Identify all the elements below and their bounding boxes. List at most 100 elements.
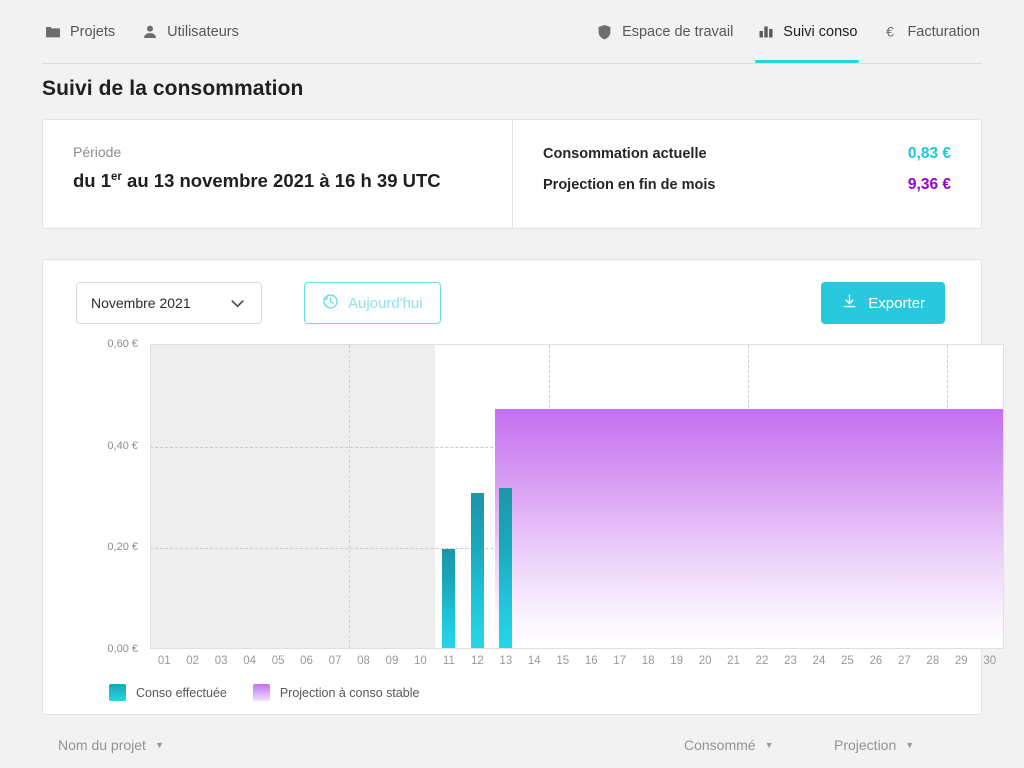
y-tick-label: 0,00 € [107, 643, 138, 655]
nav-item-label: Projets [70, 23, 116, 40]
legend-swatch [252, 684, 270, 701]
stat-value-projection: 9,36 € [907, 176, 951, 193]
plot-edge [1003, 345, 1004, 648]
nav-divider [42, 63, 982, 64]
svg-text:€: € [886, 24, 894, 40]
active-tab-underline [755, 60, 860, 63]
nav-item-projets[interactable]: Projets [42, 0, 117, 63]
period-label: Période [73, 144, 122, 160]
period-value: du 1er au 13 novembre 2021 à 16 h 39 UTC [73, 170, 512, 192]
chart-bar[interactable] [499, 487, 513, 648]
chart-bar[interactable] [470, 492, 484, 648]
x-tick-label: 04 [243, 655, 257, 667]
month-select-value: Novembre 2021 [91, 295, 191, 311]
nav-item-label: Facturation [907, 23, 980, 40]
plot-edge [150, 345, 151, 648]
export-button[interactable]: Exporter [821, 282, 945, 324]
page-title: Suivi de la consommation [42, 77, 304, 100]
legend-swatch [109, 684, 126, 701]
x-tick-label: 16 [584, 655, 598, 667]
nav-right-group: Espace de travail Suivi conso € Facturat… [594, 0, 982, 63]
today-button[interactable]: Aujourd'hui [304, 282, 441, 324]
x-tick-label: 21 [727, 655, 740, 667]
nav-item-facturation[interactable]: € Facturation [879, 0, 982, 63]
period-prefix: du 1 [73, 170, 112, 191]
chart-legend: Conso effectuée Projection à conso stabl… [109, 684, 419, 701]
column-label: Nom du projet [58, 737, 146, 753]
folder-icon [44, 23, 61, 40]
y-tick-label: 0,40 € [107, 439, 138, 452]
y-tick-label: 0,20 € [107, 541, 138, 554]
today-button-label: Aujourd'hui [348, 294, 423, 312]
x-tick-label: 15 [556, 655, 570, 667]
sort-caret-icon: ▼ [154, 739, 164, 750]
nav-item-label: Utilisateurs [167, 23, 239, 40]
chart-toolbar: Novembre 2021 Aujourd'hui Exporter [63, 282, 961, 324]
user-icon [141, 23, 158, 40]
x-tick-label: 07 [328, 655, 342, 667]
x-tick-label: 24 [812, 655, 826, 667]
x-tick-label: 30 [983, 655, 997, 667]
chevron-down-icon [228, 294, 247, 313]
y-axis-labels: 0,00 € 0,20 € 0,40 € 0,60 € [43, 338, 138, 655]
x-tick-label: 29 [954, 655, 968, 667]
x-tick-label: 02 [186, 655, 200, 667]
legend-item-conso: Conso effectuée [109, 684, 227, 701]
chart-bar[interactable] [442, 548, 456, 648]
projects-table-header: Nom du projet ▼ Consommé ▼ Projection ▼ [42, 725, 982, 765]
shield-icon [596, 23, 613, 40]
x-tick-label: 05 [271, 655, 285, 667]
column-header-consomme[interactable]: Consommé ▼ [684, 725, 774, 765]
bar-chart-icon [757, 23, 774, 40]
clock-rewind-icon [322, 293, 339, 314]
x-tick-label: 28 [926, 655, 940, 667]
legend-item-projection: Projection à conso stable [252, 684, 420, 701]
period-card: Période du 1er au 13 novembre 2021 à 16 … [43, 120, 513, 228]
x-tick-label: 25 [841, 655, 854, 667]
y-tick-label: 0,60 € [107, 338, 138, 350]
nav-item-label: Suivi conso [783, 23, 858, 40]
x-tick-label: 12 [470, 655, 484, 667]
legend-label: Projection à conso stable [279, 685, 420, 700]
x-tick-label: 26 [869, 655, 883, 667]
export-button-label: Exporter [868, 294, 925, 312]
column-header-nom-du-projet[interactable]: Nom du projet ▼ [58, 725, 164, 765]
x-axis-labels: 01 02 03 04 05 06 07 08 09 10 11 12 13 14 15 16 17 18 19 20… [150, 655, 1004, 673]
x-tick-label: 18 [641, 655, 655, 667]
column-label: Consommé [684, 737, 756, 753]
nav-item-utilisateurs[interactable]: Utilisateurs [139, 0, 241, 63]
x-tick-label: 06 [300, 655, 313, 667]
x-tick-label: 08 [357, 655, 370, 667]
nav-left-group: Projets Utilisateurs [42, 0, 241, 63]
consumption-tracking-page: Projets Utilisateurs Espace de travail S… [0, 0, 1024, 768]
stat-label: Projection en fin de mois [543, 177, 716, 193]
x-tick-label: 03 [214, 655, 228, 667]
gridline-vertical [349, 345, 351, 648]
chart-plot-area [150, 344, 1004, 649]
period-ordinal-suffix: er [111, 170, 122, 183]
sort-caret-icon: ▼ [764, 739, 774, 750]
x-tick-label: 19 [670, 655, 684, 667]
x-tick-label: 22 [755, 655, 769, 667]
column-header-projection[interactable]: Projection ▼ [834, 725, 914, 765]
period-rest: au 13 novembre 2021 à 16 h 39 UTC [121, 170, 441, 191]
nav-item-suivi-conso[interactable]: Suivi conso [755, 0, 860, 63]
x-tick-label: 17 [613, 655, 627, 667]
column-label: Projection [834, 737, 897, 753]
x-tick-label: 27 [897, 655, 911, 667]
stat-value-current: 0,83 € [907, 145, 951, 162]
x-tick-label: 20 [698, 655, 712, 667]
x-tick-label: 09 [385, 655, 399, 667]
x-tick-label: 14 [527, 655, 541, 667]
sort-caret-icon: ▼ [905, 739, 915, 750]
stat-label: Consommation actuelle [543, 146, 707, 162]
top-navigation-bar: Projets Utilisateurs Espace de travail S… [0, 0, 1024, 64]
x-tick-label: 01 [157, 655, 171, 667]
chart-panel: Novembre 2021 Aujourd'hui Exporter 0,00 … [42, 259, 1004, 715]
download-icon [841, 293, 858, 314]
month-select[interactable]: Novembre 2021 [76, 282, 262, 324]
nav-item-espace-de-travail[interactable]: Espace de travail [594, 0, 735, 63]
nav-item-label: Espace de travail [622, 23, 734, 40]
projection-area [495, 409, 1004, 648]
euro-icon: € [881, 23, 898, 40]
